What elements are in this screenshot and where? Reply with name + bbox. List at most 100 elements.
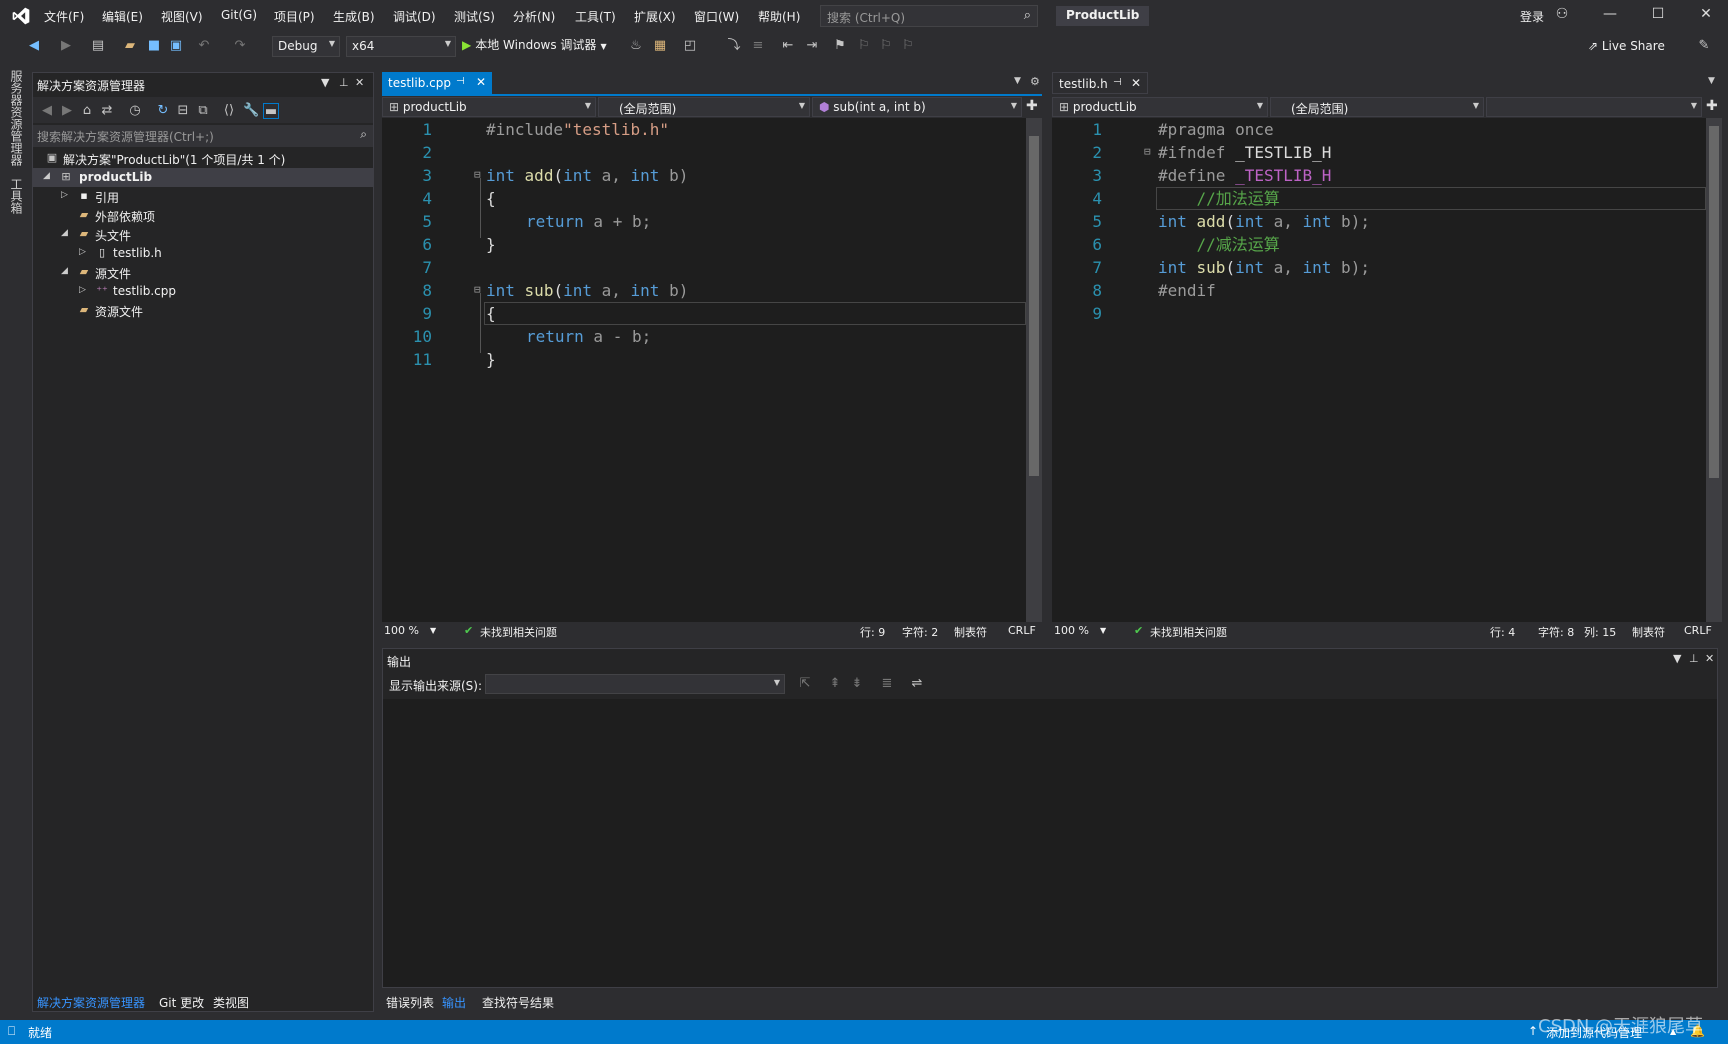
- tree-item-source-files[interactable]: ◢ ▰ 源文件: [33, 263, 373, 282]
- tree-item-header-files[interactable]: ◢ ▰ 头文件: [33, 225, 373, 244]
- split-icon[interactable]: ✚: [1706, 98, 1718, 114]
- account-icon[interactable]: ⚇: [1552, 6, 1572, 26]
- tree-item-references[interactable]: ▷ ▪ 引用: [33, 187, 373, 206]
- save-all-icon[interactable]: ▣: [168, 38, 184, 54]
- hot-reload-icon[interactable]: ♨: [628, 38, 644, 54]
- comment-out-icon[interactable]: ≡: [750, 38, 766, 54]
- live-share-button[interactable]: ⇗ Live Share: [1588, 39, 1665, 53]
- menu-edit[interactable]: 编辑(E): [102, 8, 143, 25]
- tab-class-view[interactable]: 类视图: [213, 994, 249, 1011]
- next-message-icon[interactable]: ⇟: [849, 676, 865, 692]
- configuration-select[interactable]: Debug ▼: [272, 36, 340, 57]
- undo-icon[interactable]: ↶: [196, 38, 212, 54]
- expanded-icon[interactable]: ◢: [61, 228, 68, 238]
- char-indicator[interactable]: 字符: 8: [1538, 624, 1574, 640]
- switch-views-icon[interactable]: ⇄: [99, 103, 115, 119]
- menu-build[interactable]: 生成(B): [333, 8, 375, 25]
- output-content[interactable]: [383, 699, 1717, 987]
- zoom-select[interactable]: 100 %: [1054, 624, 1089, 637]
- tab-testlib-cpp[interactable]: testlib.cpp ⊣ ✕: [382, 72, 492, 94]
- solution-search-input[interactable]: 搜索解决方案资源管理器(Ctrl+;) ⌕: [33, 125, 373, 147]
- pin-icon[interactable]: ⊣: [456, 76, 465, 87]
- tab-git-changes[interactable]: Git 更改: [159, 994, 204, 1011]
- char-indicator[interactable]: 字符: 2: [902, 624, 938, 640]
- close-icon[interactable]: ✕: [1131, 76, 1141, 90]
- menu-analyze[interactable]: 分析(N): [513, 8, 555, 25]
- tab-find-symbol-results[interactable]: 查找符号结果: [482, 994, 554, 1011]
- prev-bookmark-icon[interactable]: ⚐: [856, 38, 872, 54]
- back-icon[interactable]: ◀: [39, 103, 55, 119]
- menu-tools[interactable]: 工具(T): [575, 8, 616, 25]
- minimize-icon[interactable]: —: [1600, 6, 1620, 26]
- menu-extensions[interactable]: 扩展(X): [634, 8, 676, 25]
- dropdown-icon[interactable]: ▼: [1673, 652, 1681, 665]
- close-icon[interactable]: ✕: [476, 75, 486, 89]
- search-input[interactable]: 搜索 (Ctrl+Q) ⌕: [820, 5, 1038, 27]
- pin-icon[interactable]: ⊥: [339, 76, 349, 89]
- forward-icon[interactable]: ▶: [59, 103, 75, 119]
- home-icon[interactable]: ⌂: [79, 103, 95, 119]
- menu-window[interactable]: 窗口(W): [694, 8, 739, 25]
- tab-server-explorer[interactable]: 服务器资源管理器: [8, 70, 25, 166]
- word-wrap-icon[interactable]: ⇌: [909, 676, 925, 692]
- tab-testlib-h[interactable]: testlib.h ⊣ ✕: [1052, 72, 1148, 94]
- project-nav-select[interactable]: ⊞ productLib ▼: [382, 97, 596, 117]
- vertical-scrollbar[interactable]: [1026, 118, 1042, 622]
- menu-debug[interactable]: 调试(D): [393, 8, 436, 25]
- maximize-icon[interactable]: ☐: [1648, 6, 1668, 26]
- tab-solution-explorer[interactable]: 解决方案资源管理器: [37, 994, 145, 1011]
- tab-error-list[interactable]: 错误列表: [386, 994, 434, 1011]
- scope-nav-select[interactable]: (全局范围) ▼: [598, 97, 810, 117]
- browser-icon[interactable]: ◰: [682, 38, 698, 54]
- zoom-select[interactable]: 100 %: [384, 624, 419, 637]
- back-icon[interactable]: ◀: [26, 38, 42, 54]
- tab-dropdown-icon[interactable]: ▼: [1708, 76, 1715, 86]
- scrollbar-thumb[interactable]: [1029, 136, 1039, 476]
- left-code-editor[interactable]: 1 2 3 4 5 6 7 8 9 10 11 ⊟ ⊟ #include"tes…: [382, 118, 1042, 622]
- code-area[interactable]: 1 2 3 4 5 6 7 8 9 10 11 ⊟ ⊟ #include"tes…: [382, 118, 1022, 622]
- member-nav-select[interactable]: ▼: [1486, 97, 1702, 117]
- redo-icon[interactable]: ↷: [232, 38, 248, 54]
- menu-file[interactable]: 文件(F): [44, 8, 84, 25]
- tree-item-resource-files[interactable]: ▰ 资源文件: [33, 301, 373, 320]
- next-bookmark-icon[interactable]: ⚐: [878, 38, 894, 54]
- signin-link[interactable]: 登录: [1520, 8, 1544, 25]
- refresh-icon[interactable]: ↻: [155, 103, 171, 119]
- menu-view[interactable]: 视图(V): [161, 8, 203, 25]
- chevron-down-icon[interactable]: ▼: [430, 626, 436, 635]
- open-folder-icon[interactable]: ▰: [122, 38, 138, 54]
- tree-item-testlib-h[interactable]: ▷ ▯ testlib.h: [33, 244, 373, 263]
- pending-changes-icon[interactable]: ◷: [127, 103, 143, 119]
- output-source-select[interactable]: ▼: [485, 674, 785, 694]
- bookmark-icon[interactable]: ⚑: [832, 38, 848, 54]
- line-indicator[interactable]: 行: 9: [860, 624, 885, 640]
- tab-dropdown-icon[interactable]: ▼: [1014, 76, 1021, 86]
- eol-indicator[interactable]: CRLF: [1684, 624, 1712, 637]
- project-nav-select[interactable]: ⊞ productLib ▼: [1052, 97, 1268, 117]
- split-icon[interactable]: ✚: [1026, 98, 1038, 114]
- line-indicator[interactable]: 行: 4: [1490, 624, 1515, 640]
- tree-item-testlib-cpp[interactable]: ▷ ⁺⁺ testlib.cpp: [33, 282, 373, 301]
- show-all-files-icon[interactable]: ⧉: [195, 103, 211, 119]
- menu-help[interactable]: 帮助(H): [758, 8, 800, 25]
- collapsed-icon[interactable]: ▷: [79, 285, 86, 295]
- feedback-icon[interactable]: ✎: [1696, 38, 1712, 54]
- menu-project[interactable]: 项目(P): [274, 8, 315, 25]
- tabs-indicator[interactable]: 制表符: [1632, 624, 1665, 640]
- close-icon[interactable]: ✕: [355, 76, 364, 89]
- gear-icon[interactable]: ⚙: [1030, 75, 1040, 88]
- outdent-icon[interactable]: ⇤: [780, 38, 796, 54]
- chevron-down-icon[interactable]: ▼: [1100, 626, 1106, 635]
- start-debugging-button[interactable]: ▶ 本地 Windows 调试器 ▼: [462, 36, 607, 53]
- step-icon[interactable]: ⤵: [726, 38, 742, 54]
- scrollbar-thumb[interactable]: [1709, 126, 1719, 478]
- collapse-all-icon[interactable]: ⊟: [175, 103, 191, 119]
- find-message-icon[interactable]: ⇱: [797, 676, 813, 692]
- platform-select[interactable]: x64 ▼: [346, 36, 456, 57]
- collapsed-icon[interactable]: ▷: [79, 247, 86, 257]
- expanded-icon[interactable]: ◢: [61, 266, 68, 276]
- vertical-scrollbar[interactable]: [1706, 118, 1722, 622]
- tree-item-external-deps[interactable]: ▰ 外部依赖项: [33, 206, 373, 225]
- issues-status[interactable]: 未找到相关问题: [480, 624, 557, 640]
- fold-toggle-icon[interactable]: ⊟: [1144, 145, 1151, 158]
